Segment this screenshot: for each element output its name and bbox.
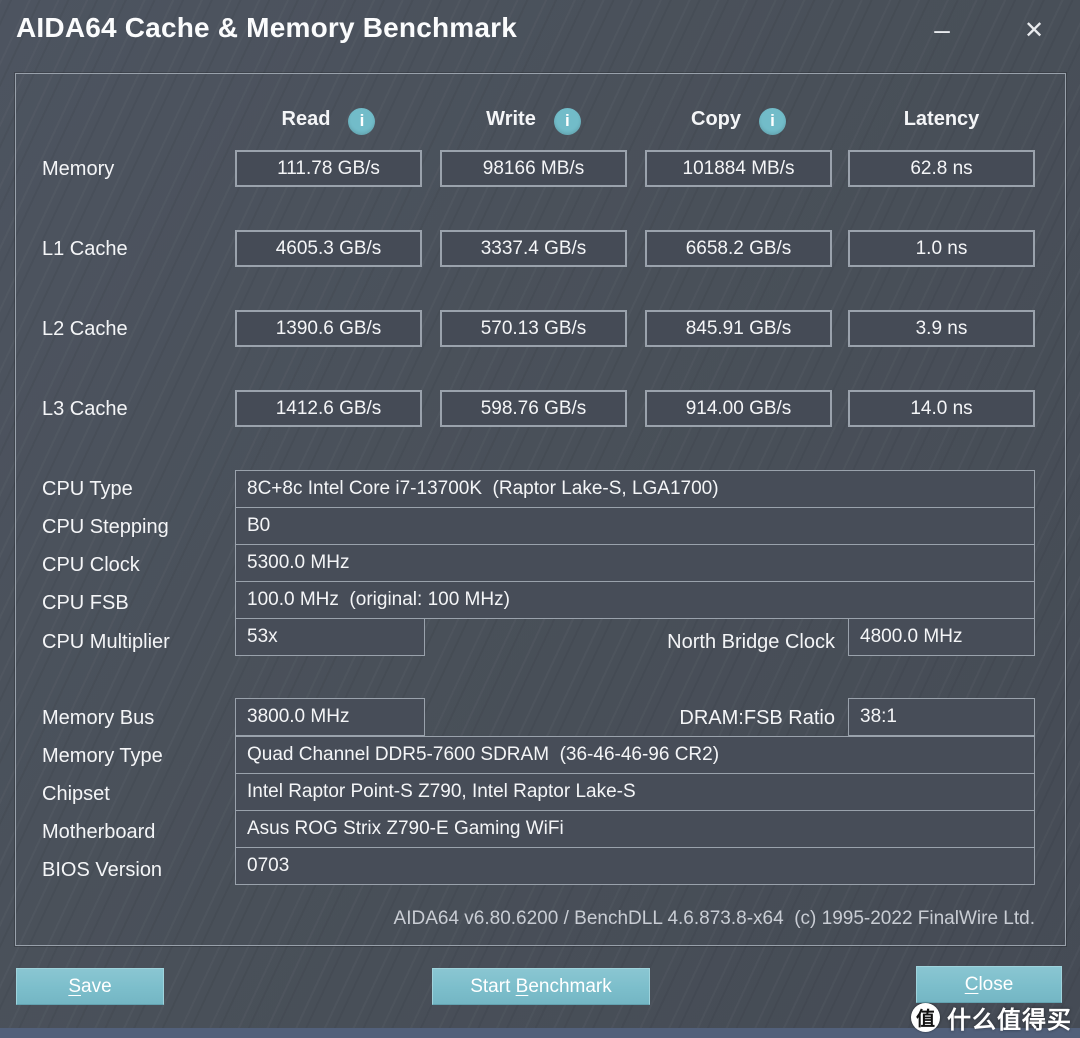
info-icon[interactable]: i (553, 107, 581, 135)
label-cpu-clock: CPU Clock (42, 554, 140, 576)
l1-copy-value: 6658.2 GB/s (645, 230, 832, 267)
motherboard-value: Asus ROG Strix Z790-E Gaming WiFi (235, 810, 1035, 848)
memory-read-value: 111.78 GB/s (235, 150, 422, 187)
cpu-type-value: 8C+8c Intel Core i7-13700K (Raptor Lake-… (235, 470, 1035, 508)
label-cpu-stepping: CPU Stepping (42, 516, 169, 538)
smzdm-watermark: 值 什么值得买 (911, 1000, 1072, 1035)
l2-read-value: 1390.6 GB/s (235, 310, 422, 347)
memory-type-value: Quad Channel DDR5-7600 SDRAM (36-46-46-9… (235, 736, 1035, 774)
label-north-bridge-clock: North Bridge Clock (667, 631, 835, 653)
l2-write-value: 570.13 GB/s (440, 310, 627, 347)
l3-read-value: 1412.6 GB/s (235, 390, 422, 427)
smzdm-logo-icon: 值 (911, 1003, 940, 1032)
column-header-copy-label: Copy (691, 107, 741, 130)
version-text: AIDA64 v6.80.6200 / BenchDLL 4.6.873.8-x… (393, 908, 1035, 929)
l2-latency-value: 3.9 ns (848, 310, 1035, 347)
l1-latency-value: 1.0 ns (848, 230, 1035, 267)
l1-read-value: 4605.3 GB/s (235, 230, 422, 267)
row-label-l1-cache: L1 Cache (42, 238, 128, 260)
label-memory-type: Memory Type (42, 745, 163, 767)
l2-copy-value: 845.91 GB/s (645, 310, 832, 347)
label-bios-version: BIOS Version (42, 859, 163, 881)
column-header-write-label: Write (486, 107, 536, 130)
cpu-fsb-value: 100.0 MHz (original: 100 MHz) (235, 581, 1035, 619)
column-header-latency: Latency (848, 103, 1035, 135)
chipset-value: Intel Raptor Point-S Z790, Intel Raptor … (235, 773, 1035, 811)
row-label-l3-cache: L3 Cache (42, 398, 128, 420)
label-cpu-fsb: CPU FSB (42, 592, 129, 614)
close-icon[interactable]: ✕ (1012, 10, 1056, 50)
l3-write-value: 598.76 GB/s (440, 390, 627, 427)
window-title: AIDA64 Cache & Memory Benchmark (16, 12, 518, 43)
cpu-multiplier-value: 53x (235, 618, 425, 656)
aida64-window: AIDA64 Cache & Memory Benchmark – ✕ Read… (0, 0, 1080, 1038)
label-memory-bus: Memory Bus (42, 707, 155, 729)
cpu-clock-value: 5300.0 MHz (235, 544, 1035, 582)
minimize-icon[interactable]: – (920, 10, 964, 50)
row-label-l2-cache: L2 Cache (42, 318, 128, 340)
column-header-latency-label: Latency (903, 107, 980, 130)
label-dram-fsb-ratio: DRAM:FSB Ratio (679, 707, 835, 729)
column-header-write: Write i (440, 103, 627, 135)
memory-latency-value: 62.8 ns (848, 150, 1035, 187)
label-cpu-type: CPU Type (42, 478, 133, 500)
save-button[interactable]: Save (16, 968, 164, 1005)
dram-fsb-ratio-value: 38:1 (848, 698, 1035, 736)
memory-write-value: 98166 MB/s (440, 150, 627, 187)
l3-copy-value: 914.00 GB/s (645, 390, 832, 427)
memory-copy-value: 101884 MB/s (645, 150, 832, 187)
memory-bus-value: 3800.0 MHz (235, 698, 425, 736)
l3-latency-value: 14.0 ns (848, 390, 1035, 427)
column-header-read-label: Read (281, 107, 331, 130)
cpu-stepping-value: B0 (235, 507, 1035, 545)
label-chipset: Chipset (42, 783, 110, 805)
row-label-memory: Memory (42, 158, 115, 180)
column-header-copy: Copy i (645, 103, 832, 135)
smzdm-watermark-text: 什么值得买 (947, 1007, 1072, 1034)
column-header-read: Read i (235, 103, 422, 135)
l1-write-value: 3337.4 GB/s (440, 230, 627, 267)
north-bridge-clock-value: 4800.0 MHz (848, 618, 1035, 656)
info-icon[interactable]: i (348, 107, 376, 135)
start-benchmark-button[interactable]: Start Benchmark (432, 968, 650, 1005)
label-cpu-multiplier: CPU Multiplier (42, 631, 170, 653)
close-button[interactable]: Close (916, 966, 1062, 1003)
bios-version-value: 0703 (235, 847, 1035, 885)
info-icon[interactable]: i (759, 107, 786, 135)
label-motherboard: Motherboard (42, 821, 156, 843)
